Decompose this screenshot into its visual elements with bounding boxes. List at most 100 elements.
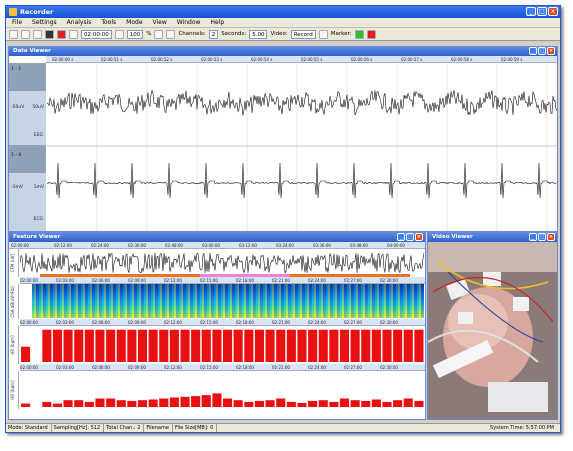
- marker-red-button[interactable]: [366, 29, 376, 39]
- marker-icon[interactable]: [318, 29, 328, 39]
- bar: [244, 329, 254, 362]
- signal-area[interactable]: [47, 63, 557, 231]
- channel-1-name: EEG: [9, 125, 46, 145]
- bar: [191, 396, 201, 407]
- bar: [382, 329, 392, 362]
- marker-green-button[interactable]: [354, 29, 364, 39]
- bar: [95, 398, 105, 407]
- bar: [127, 329, 137, 362]
- video-select[interactable]: Record: [290, 29, 316, 39]
- bar: [393, 400, 403, 407]
- data-viewer-close-button[interactable]: ×: [547, 47, 555, 55]
- close-button[interactable]: ×: [548, 7, 558, 16]
- bar: [339, 329, 349, 362]
- bar: [361, 329, 371, 362]
- menu-view[interactable]: View: [153, 18, 167, 27]
- bar: [414, 329, 424, 362]
- menu-mode[interactable]: Mode: [126, 18, 142, 27]
- data-viewer-maximize-button[interactable]: □: [538, 47, 546, 55]
- bar: [286, 329, 296, 362]
- menu-tools[interactable]: Tools: [101, 18, 116, 27]
- eeg-trace: [47, 89, 557, 116]
- csa-spectrogram[interactable]: [20, 284, 424, 318]
- hr-label: HR [bpm]: [9, 326, 19, 364]
- title-bar: Recorder _ □ ×: [6, 6, 560, 18]
- feature-viewer-title-bar: Feature Viewer _ □ ×: [9, 233, 425, 242]
- bar: [95, 329, 105, 362]
- save-icon[interactable]: [21, 29, 30, 39]
- video-viewer-panel: Video Viewer _ □ ×: [427, 232, 558, 420]
- video-label: Video:: [270, 31, 288, 37]
- open-icon[interactable]: [9, 29, 18, 39]
- bar: [286, 401, 296, 407]
- time-tick: 02:00:53 s: [201, 57, 223, 62]
- maximize-button[interactable]: □: [537, 7, 547, 16]
- status-channels: Total Chan.: 2: [106, 424, 145, 432]
- feature-viewer-panel: Feature Viewer _ □ × 02:00:00 02:12:00 0…: [8, 232, 426, 420]
- video-viewer-maximize-button[interactable]: □: [538, 233, 546, 241]
- cfm-plot[interactable]: [20, 249, 424, 277]
- bar: [212, 329, 222, 362]
- menu-file[interactable]: File: [12, 18, 22, 27]
- low-plot[interactable]: [20, 371, 424, 408]
- time-tick: 02:00:55 s: [301, 57, 323, 62]
- time-tick: 02:00:59 s: [501, 57, 523, 62]
- bar: [276, 329, 286, 362]
- zoom-icon[interactable]: [114, 29, 124, 39]
- bar: [148, 399, 158, 407]
- menu-settings[interactable]: Settings: [32, 18, 57, 27]
- zoom-out-icon[interactable]: [166, 29, 176, 39]
- video-viewer-close-button[interactable]: ×: [547, 233, 555, 241]
- grid-lines: [47, 63, 557, 231]
- channel-2-name: ECG: [9, 207, 46, 231]
- menu-help[interactable]: Help: [210, 18, 224, 27]
- data-viewer-title-bar: Data Viewer _ □ ×: [9, 47, 557, 56]
- zoom-in-icon[interactable]: [154, 29, 164, 39]
- bar: [223, 329, 233, 362]
- hr-plot[interactable]: [20, 326, 424, 363]
- bar: [403, 398, 413, 407]
- bar: [201, 395, 211, 407]
- video-frame[interactable]: [428, 242, 557, 419]
- ecg-trace: [47, 162, 557, 199]
- seconds-label: Seconds:: [221, 31, 247, 37]
- bar: [21, 403, 31, 407]
- bar: [371, 329, 381, 362]
- time-tick: 02:00:57 s: [401, 57, 423, 62]
- minimize-button[interactable]: _: [526, 7, 536, 16]
- data-time-ruler: 02:00:00 s 02:00:51 s 02:00:52 s 02:00:5…: [46, 56, 557, 63]
- video-viewer-minimize-button[interactable]: _: [529, 233, 537, 241]
- bar: [180, 329, 190, 362]
- bar: [393, 329, 403, 362]
- time-tick: 03:36:00: [313, 243, 331, 248]
- low-label: HR [bpm]: [9, 371, 19, 409]
- bar: [297, 402, 307, 407]
- play-icon[interactable]: [33, 29, 42, 39]
- time-tick: 02:00:54 s: [251, 57, 273, 62]
- stop-icon[interactable]: [69, 29, 78, 39]
- bar: [254, 329, 264, 362]
- app-logo-icon: [9, 8, 17, 16]
- time-tick: 02:00:00 s: [52, 57, 74, 62]
- bar: [42, 329, 52, 362]
- status-sampling: Sampling[Hz]: 512: [54, 424, 105, 432]
- pause-icon[interactable]: [45, 29, 54, 39]
- feature-viewer-maximize-button[interactable]: □: [406, 233, 414, 241]
- bar: [233, 400, 243, 407]
- bar: [201, 329, 211, 362]
- data-viewer-minimize-button[interactable]: _: [529, 47, 537, 55]
- record-icon[interactable]: [57, 29, 66, 39]
- bar: [318, 329, 328, 362]
- video-viewer-title-bar: Video Viewer _ □ ×: [428, 233, 557, 242]
- zoom-field[interactable]: 100: [126, 29, 144, 39]
- feature-viewer-close-button[interactable]: ×: [415, 233, 423, 241]
- menu-window[interactable]: Window: [177, 18, 201, 27]
- bar: [52, 329, 62, 362]
- feature-viewer-minimize-button[interactable]: _: [397, 233, 405, 241]
- time-field[interactable]: 02:00:00: [81, 29, 112, 39]
- seconds-spinner[interactable]: 5.00: [249, 29, 268, 39]
- feature-time-ruler-3: 02:00:00 02:03:00 02:06:00 02:09:00 02:12:00…: [20, 319, 425, 326]
- time-tick: 02:00:56 s: [351, 57, 373, 62]
- channels-spinner[interactable]: 2: [208, 29, 219, 39]
- menu-analysis[interactable]: Analysis: [67, 18, 92, 27]
